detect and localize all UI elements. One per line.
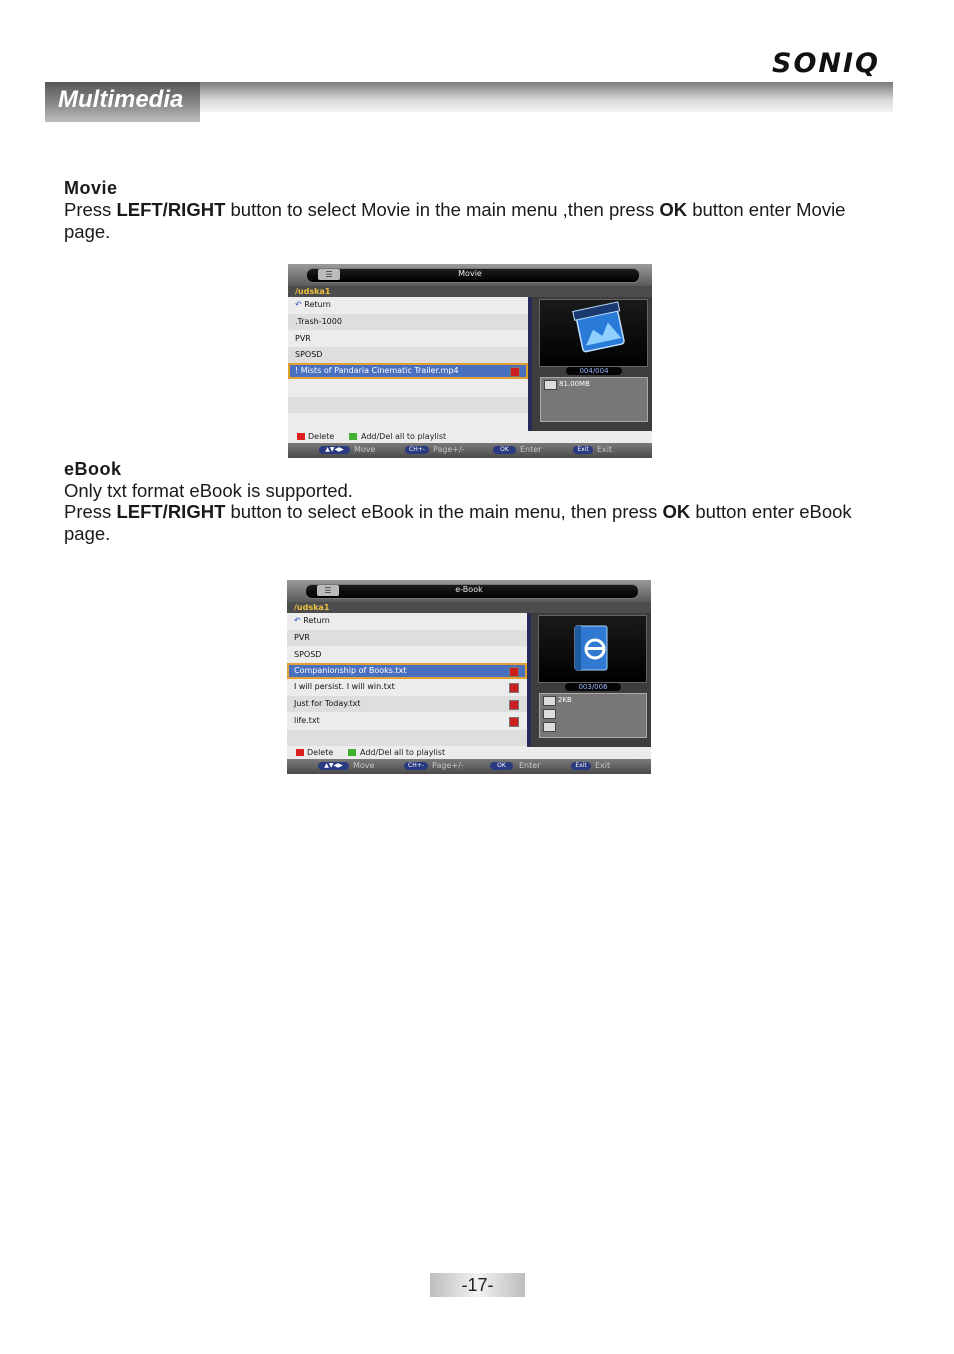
scrollbar[interactable] [528, 297, 532, 431]
list-item-empty [288, 380, 528, 396]
section-title: Multimedia [58, 86, 184, 113]
green-key-icon [348, 749, 356, 756]
exit-key-icon: Exit [573, 446, 593, 454]
brand-logo: SONIQ [772, 48, 880, 79]
arrow-keys-icon: ▲▼◀▶ [318, 762, 349, 770]
hint-enter: Enter [520, 445, 542, 454]
list-item[interactable]: .Trash-1000 [288, 314, 528, 330]
list-item-return[interactable]: ↶ Return [287, 613, 527, 629]
item-counter: 003/006 [565, 683, 621, 691]
file-list: ↶ Return .Trash-1000 PVR SPOSD ! Mists o… [288, 297, 528, 431]
item-counter: 004/004 [566, 367, 622, 375]
scrollbar[interactable] [527, 613, 531, 747]
list-item[interactable]: life.txt [287, 713, 527, 729]
movie-clapper-icon [572, 301, 625, 353]
ok-key-icon: OK [493, 446, 516, 454]
path-label: /udska1 [294, 603, 330, 612]
list-item[interactable]: SPOSD [288, 347, 528, 363]
ebook-screenshot: ☰ e-Book /udska1 ↶ Return PVR SPOSD Comp… [287, 580, 651, 774]
checkbox-icon[interactable] [509, 700, 519, 710]
ebook-icon [574, 625, 608, 671]
list-item[interactable]: PVR [288, 331, 528, 347]
preview-pane [539, 299, 648, 367]
path-label: /udska1 [295, 287, 331, 296]
movie-heading: Movie [64, 178, 118, 198]
hint-enter: Enter [519, 761, 541, 770]
ok-key-icon: OK [490, 762, 513, 770]
legend-delete: Delete [307, 748, 334, 757]
channel-key-icon: CH+- [405, 446, 429, 454]
file-list: ↶ Return PVR SPOSD Companionship of Book… [287, 613, 527, 747]
exit-key-icon: Exit [571, 762, 591, 770]
preview-pane [538, 615, 647, 683]
checkbox-icon[interactable] [509, 667, 519, 677]
page-number: -17- [461, 1275, 494, 1295]
return-icon: ↶ [295, 300, 305, 309]
list-item[interactable]: SPOSD [287, 647, 527, 663]
legend-delete: Delete [308, 432, 335, 441]
movie-instructions: Press LEFT/RIGHT button to select Movie … [64, 199, 846, 242]
list-item-return[interactable]: ↶ Return [288, 297, 528, 313]
hint-exit: Exit [595, 761, 611, 770]
hint-page: Page+/- [433, 445, 465, 454]
list-item-empty [287, 730, 527, 746]
red-key-icon [297, 433, 305, 440]
checkbox-icon[interactable] [510, 367, 520, 377]
ebook-support-note: Only txt format eBook is supported. [64, 480, 353, 501]
legend-bar [287, 747, 651, 759]
list-item[interactable]: I will persist. I will win.txt [287, 679, 527, 695]
return-icon: ↶ [294, 616, 304, 625]
checkbox-icon[interactable] [509, 683, 519, 693]
green-key-icon [349, 433, 357, 440]
settings-icon [543, 709, 556, 719]
hint-page: Page+/- [432, 761, 464, 770]
ebook-heading: eBook [64, 459, 122, 479]
hint-move: Move [353, 761, 375, 770]
ebook-instructions: Press LEFT/RIGHT button to select eBook … [64, 501, 852, 544]
list-item[interactable]: Just for Today.txt [287, 696, 527, 712]
list-item-empty [288, 397, 528, 413]
list-item-selected[interactable]: Companionship of Books.txt [287, 663, 527, 679]
file-size: 81.00MB [559, 380, 590, 388]
size-icon [544, 380, 557, 390]
list-item-selected[interactable]: ! Mists of Pandaria Cinematic Trailer.mp… [288, 363, 528, 379]
channel-key-icon: CH+- [404, 762, 428, 770]
list-item[interactable]: PVR [287, 630, 527, 646]
checkbox-icon[interactable] [509, 717, 519, 727]
window-title: e-Book [455, 585, 483, 594]
arrow-keys-icon: ▲▼◀▶ [319, 446, 350, 454]
hint-move: Move [354, 445, 376, 454]
movie-screenshot: ☰ Movie /udska1 ↶ Return .Trash-1000 PVR… [288, 264, 652, 458]
legend-add: Add/Del all to playlist [360, 748, 446, 757]
legend-bar [288, 431, 652, 443]
type-icon [543, 722, 556, 732]
size-icon [543, 696, 556, 706]
window-title: Movie [458, 269, 482, 278]
hint-exit: Exit [597, 445, 613, 454]
file-size: 2KB [558, 696, 572, 704]
red-key-icon [296, 749, 304, 756]
legend-add: Add/Del all to playlist [361, 432, 447, 441]
